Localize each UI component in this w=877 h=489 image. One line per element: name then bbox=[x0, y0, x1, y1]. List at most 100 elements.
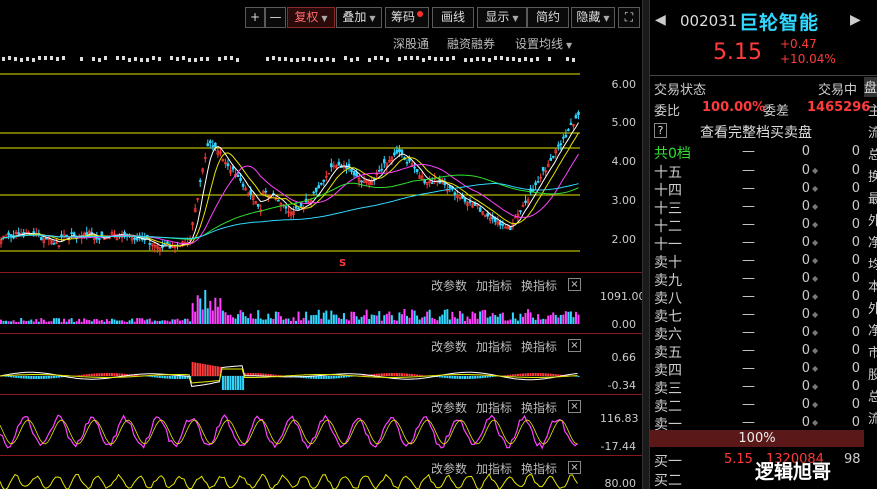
macd-histogram-bar bbox=[40, 376, 43, 379]
fuquan-dropdown[interactable]: 复权 ▼ bbox=[287, 7, 335, 28]
volume-bar bbox=[539, 319, 542, 324]
candle-body bbox=[453, 192, 457, 196]
macd-histogram-bar bbox=[486, 376, 489, 378]
indicator-chart[interactable] bbox=[0, 410, 600, 453]
macd-histogram-bar bbox=[514, 374, 517, 376]
volume-bar bbox=[42, 319, 45, 324]
volume-bar bbox=[50, 321, 53, 324]
xianshi-dropdown[interactable]: 显示 ▼ bbox=[477, 7, 527, 28]
candle-body bbox=[85, 232, 89, 236]
volume-bar bbox=[234, 318, 237, 324]
event-marker-icon bbox=[380, 56, 383, 60]
zoom-in-button[interactable]: + bbox=[245, 7, 265, 28]
macd-histogram-bar bbox=[88, 373, 91, 376]
macd-chart[interactable] bbox=[0, 350, 600, 392]
volume-bar bbox=[456, 318, 459, 324]
event-marker-icon bbox=[374, 56, 377, 60]
orderbook-count: 0 bbox=[851, 343, 860, 358]
macd-histogram-bar bbox=[479, 376, 482, 379]
macd-histogram-bar bbox=[242, 376, 245, 390]
volume-bar bbox=[141, 318, 144, 324]
help-icon[interactable]: ? bbox=[654, 123, 667, 138]
side-edge-char: 净 bbox=[868, 236, 877, 251]
candle-body bbox=[90, 232, 94, 234]
side-edge-char: 总 bbox=[868, 390, 877, 405]
candle-body bbox=[17, 232, 20, 235]
rongzi-link[interactable]: 融资融券 bbox=[447, 35, 495, 52]
volume-bar bbox=[527, 309, 530, 324]
splitter-handle[interactable] bbox=[642, 0, 650, 489]
indicator-chart[interactable] bbox=[0, 474, 600, 489]
zoom-out-button[interactable]: — bbox=[265, 7, 286, 28]
macd-histogram-bar bbox=[456, 376, 459, 379]
candle-body bbox=[574, 115, 578, 119]
side-edge-char: 外 bbox=[868, 302, 877, 317]
huaxian-button[interactable]: 画线 bbox=[432, 7, 474, 28]
macd-histogram-bar bbox=[506, 374, 509, 376]
event-marker-icon bbox=[56, 57, 59, 61]
candle-body bbox=[9, 234, 13, 237]
chouma-button[interactable]: 筹码 bbox=[385, 7, 429, 28]
stock-price: 5.15 bbox=[713, 40, 762, 65]
chart-area[interactable]: + — 复权 ▼ 叠加 ▼ 筹码 画线 显示 ▼ 简约 隐藏 ▼ ⛶ 深股通 融资融券 … bbox=[0, 0, 642, 489]
shenguantong-link[interactable]: 深股通 bbox=[393, 35, 429, 52]
orderbook-volume: 0 bbox=[801, 163, 810, 178]
volume-bar bbox=[163, 320, 166, 324]
next-stock-icon[interactable]: ▶ bbox=[850, 12, 861, 28]
macd-histogram-bar bbox=[201, 363, 204, 376]
yincang-dropdown[interactable]: 隐藏 ▼ bbox=[571, 7, 615, 28]
volume-bar bbox=[370, 314, 373, 324]
volume-bar bbox=[431, 317, 434, 324]
volume-bar bbox=[116, 320, 118, 324]
diejia-dropdown[interactable]: 叠加 ▼ bbox=[336, 7, 382, 28]
volume-bar bbox=[310, 315, 313, 324]
orderbook-dash: — bbox=[742, 144, 755, 159]
orderbook-price: — bbox=[742, 163, 755, 178]
prev-stock-icon[interactable]: ◀ bbox=[655, 12, 666, 28]
candle-body bbox=[400, 149, 404, 154]
volume-bar bbox=[295, 320, 298, 324]
volume-bar bbox=[290, 320, 292, 324]
fullscreen-button[interactable]: ⛶ bbox=[618, 7, 640, 28]
panel-tab-pan[interactable]: 盘 bbox=[864, 77, 877, 97]
volume-bar bbox=[501, 312, 504, 324]
volume-bar bbox=[373, 315, 376, 324]
volume-bar bbox=[542, 318, 545, 324]
volume-bar bbox=[93, 319, 96, 324]
candle-body bbox=[463, 198, 467, 202]
junxian-dropdown[interactable]: 设置均线 ▼ bbox=[515, 35, 572, 52]
macd-histogram-bar bbox=[221, 376, 224, 390]
panel-divider bbox=[0, 272, 642, 273]
volume-bar bbox=[441, 314, 444, 324]
volume-chart[interactable] bbox=[0, 290, 600, 332]
candle-body bbox=[312, 191, 315, 194]
candle-body bbox=[148, 243, 152, 245]
volume-bar bbox=[511, 312, 514, 324]
full-orderbook-link[interactable]: 查看完整档买卖盘 bbox=[700, 122, 812, 142]
macd-histogram-bar bbox=[108, 373, 111, 376]
macd-histogram-bar bbox=[42, 376, 45, 379]
event-marker-icon bbox=[92, 57, 95, 61]
event-marker-icon bbox=[2, 57, 5, 61]
candle-body bbox=[317, 185, 321, 189]
candle-body bbox=[383, 159, 386, 164]
jianyue-button[interactable]: 简约 bbox=[527, 7, 569, 28]
panel-divider bbox=[0, 455, 642, 456]
candle-body bbox=[256, 203, 260, 207]
event-marker-icon bbox=[158, 57, 161, 61]
kline-chart[interactable] bbox=[0, 62, 600, 272]
orderbook-count: 0 bbox=[851, 289, 860, 304]
volume-bar bbox=[244, 316, 247, 324]
volume-bar bbox=[292, 317, 295, 324]
diamond-icon: ◆ bbox=[812, 256, 819, 265]
volume-bar bbox=[433, 319, 436, 324]
moving-average-line bbox=[0, 132, 579, 247]
volume-bar bbox=[199, 298, 202, 324]
close-icon[interactable]: × bbox=[568, 461, 581, 474]
volume-bar bbox=[469, 319, 472, 324]
candle-body bbox=[70, 232, 73, 234]
panel-divider bbox=[0, 394, 642, 395]
moving-average-line bbox=[0, 122, 579, 247]
watermark: 逻辑旭哥 bbox=[755, 461, 832, 483]
yaxis-label: 1091.00 bbox=[600, 290, 642, 303]
